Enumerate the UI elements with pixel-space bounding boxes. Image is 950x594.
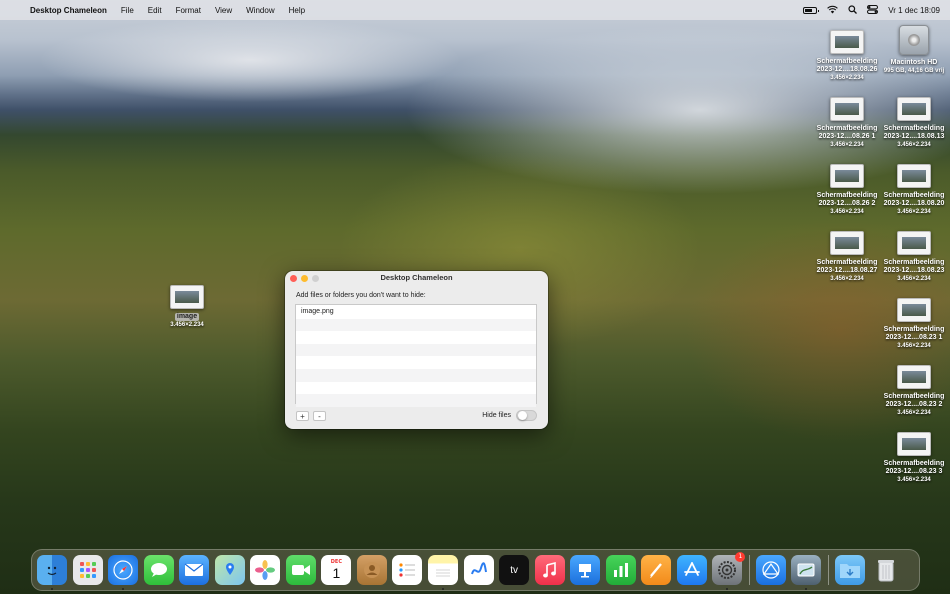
- wifi-icon[interactable]: [827, 5, 839, 16]
- add-file-button[interactable]: +: [296, 411, 309, 421]
- menu-edit[interactable]: Edit: [148, 6, 162, 15]
- screenshot-thumbnail: [897, 164, 931, 188]
- mail-icon[interactable]: [179, 555, 210, 585]
- screenshot-thumbnail: [830, 231, 864, 255]
- empty-row: [296, 394, 536, 407]
- screenshot-thumbnail: [897, 298, 931, 322]
- pages-icon[interactable]: [641, 555, 672, 585]
- close-window-button[interactable]: [290, 275, 297, 282]
- reminders-icon[interactable]: [392, 555, 423, 585]
- menu-app-name[interactable]: Desktop Chameleon: [30, 6, 107, 15]
- screenshot-thumbnail: [897, 231, 931, 255]
- desktop-screenshot-icon[interactable]: Schermafbeelding 2023-12....08.26 1 3.45…: [812, 97, 882, 149]
- control-center-icon[interactable]: [867, 4, 879, 16]
- empty-row: [296, 343, 536, 357]
- remove-file-button[interactable]: -: [313, 411, 326, 421]
- desktop-screenshot-icon[interactable]: Schermafbeelding 2023-12....18.08.23 3.4…: [879, 231, 949, 283]
- desktop-macintosh-hd-icon[interactable]: Macintosh HD 995 GB, 44,16 GB vrij: [879, 25, 949, 75]
- hide-files-label: Hide files: [482, 412, 511, 419]
- empty-row: [296, 331, 536, 344]
- desktop-screenshot-icon[interactable]: Schermafbeelding 2023-12....18.08.13 3.4…: [879, 97, 949, 149]
- empty-row: [296, 382, 536, 395]
- desktop-screenshot-icon[interactable]: Schermafbeelding 2023-12....08.23 1 3.45…: [879, 298, 949, 350]
- numbers-icon[interactable]: [605, 555, 636, 585]
- menu-format[interactable]: Format: [176, 6, 201, 15]
- finder-icon[interactable]: [37, 555, 67, 590]
- hard-drive-icon: [899, 25, 929, 55]
- empty-row: [296, 318, 536, 332]
- calendar-icon[interactable]: DEC 1: [321, 555, 352, 585]
- menu-help[interactable]: Help: [289, 6, 305, 15]
- contacts-icon[interactable]: [356, 555, 387, 585]
- screenshot-thumbnail: [897, 432, 931, 456]
- menu-bar: Desktop Chameleon File Edit Format View …: [0, 0, 950, 20]
- desktop-screenshot-icon[interactable]: Schermafbeelding 2023-12....08.23 3 3.45…: [879, 432, 949, 484]
- desktop-screenshot-icon[interactable]: Schermafbeelding 2023-12....08.23 2 3.45…: [879, 365, 949, 417]
- screenshot-thumbnail: [897, 97, 931, 121]
- dock-separator: [748, 555, 750, 585]
- freeform-icon[interactable]: [463, 555, 494, 585]
- search-icon[interactable]: [848, 4, 858, 16]
- desktop-screenshot-icon[interactable]: Schermafbeelding 2023-12....18.08.26 3.4…: [812, 30, 882, 82]
- desktop-chameleon-window: Desktop Chameleon Add files or folders y…: [285, 271, 548, 429]
- zoom-window-button[interactable]: [312, 275, 319, 282]
- battery-icon[interactable]: [803, 6, 820, 14]
- screenshot-thumbnail: [897, 365, 931, 389]
- list-item[interactable]: image.png: [296, 306, 536, 319]
- desktop-chameleon-app-icon[interactable]: [791, 555, 822, 590]
- window-title: Desktop Chameleon: [380, 273, 453, 282]
- excluded-files-list[interactable]: image.png: [295, 304, 537, 407]
- system-settings-icon[interactable]: 1: [712, 552, 746, 590]
- window-titlebar[interactable]: Desktop Chameleon: [285, 271, 548, 285]
- trash-icon[interactable]: [871, 555, 901, 585]
- downloads-folder-icon[interactable]: [835, 555, 866, 585]
- app-store-icon[interactable]: [676, 555, 707, 585]
- dock: DEC 1 tv 1: [31, 549, 920, 591]
- menu-view[interactable]: View: [215, 6, 232, 15]
- dock-separator: [828, 555, 830, 585]
- empty-row: [296, 356, 536, 369]
- menu-window[interactable]: Window: [246, 6, 274, 15]
- notes-icon[interactable]: [428, 555, 459, 590]
- desktop-screenshot-icon[interactable]: Schermafbeelding 2023-12....18.08.20 3.4…: [879, 164, 949, 216]
- apple-tv-icon[interactable]: tv: [499, 555, 530, 585]
- notification-badge: 1: [735, 552, 746, 562]
- menu-clock[interactable]: Vr 1 dec 18:09: [888, 6, 940, 15]
- desktop-screenshot-icon[interactable]: Schermafbeelding 2023-12....18.08.27 3.4…: [812, 231, 882, 283]
- desktop-screenshot-icon[interactable]: Schermafbeelding 2023-12....08.26 2 3.45…: [812, 164, 882, 216]
- keynote-icon[interactable]: [570, 555, 601, 585]
- xcode-instruments-icon[interactable]: [755, 555, 786, 585]
- launchpad-icon[interactable]: [72, 555, 103, 585]
- messages-icon[interactable]: [143, 555, 174, 585]
- maps-icon[interactable]: [214, 555, 245, 585]
- desktop-image-icon[interactable]: image 3.456×2.234: [152, 285, 222, 329]
- photos-icon[interactable]: [250, 555, 281, 585]
- empty-row: [296, 368, 536, 382]
- instruction-label: Add files or folders you don't want to h…: [296, 292, 426, 299]
- image-thumbnail: [170, 285, 204, 309]
- screenshot-thumbnail: [830, 97, 864, 121]
- menu-file[interactable]: File: [121, 6, 134, 15]
- safari-icon[interactable]: [108, 555, 139, 590]
- hide-files-toggle[interactable]: [516, 410, 537, 421]
- screenshot-thumbnail: [830, 164, 864, 188]
- music-icon[interactable]: [534, 555, 565, 585]
- screenshot-thumbnail: [830, 30, 864, 54]
- facetime-icon[interactable]: [285, 555, 316, 585]
- minimize-window-button[interactable]: [301, 275, 308, 282]
